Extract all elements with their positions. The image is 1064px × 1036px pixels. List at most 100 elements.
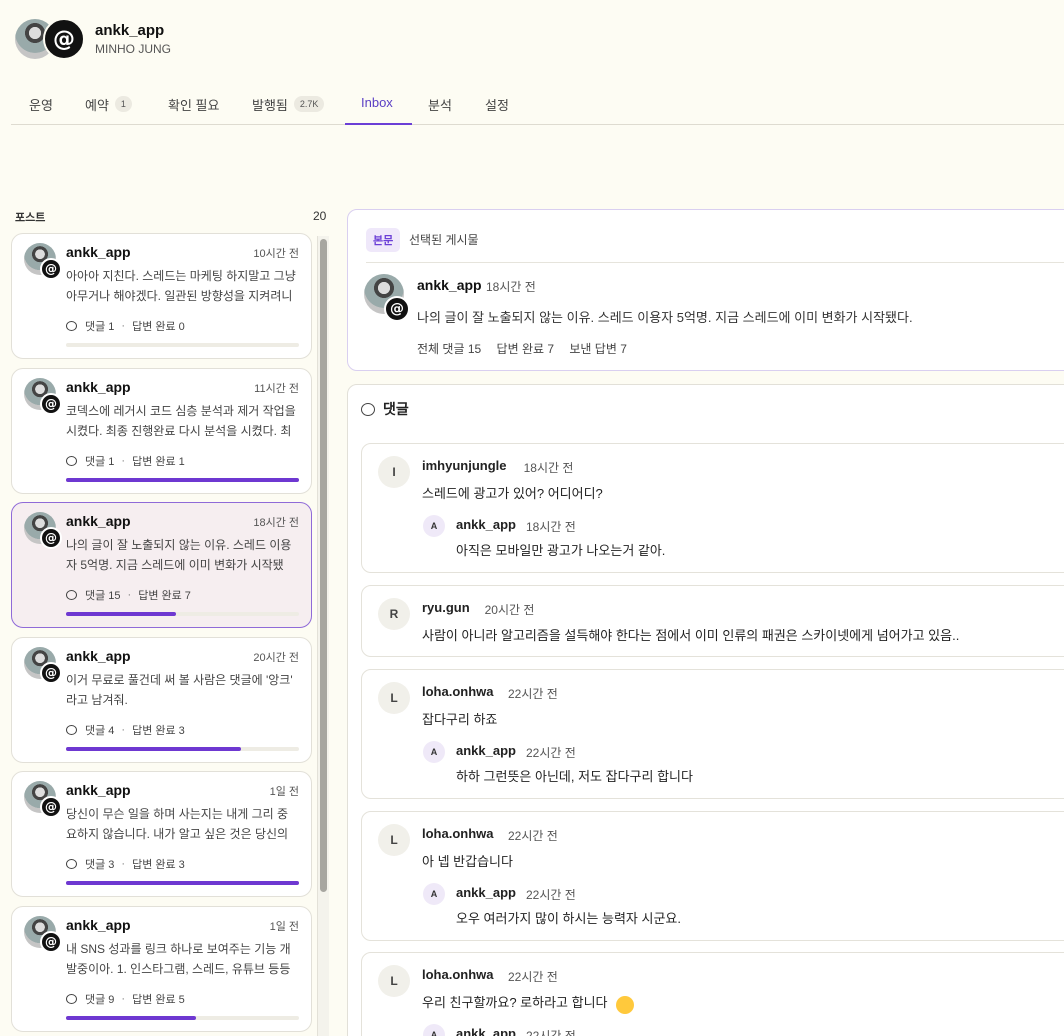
reply-progress-bar: [66, 612, 299, 616]
reply-time: 22시간 전: [526, 746, 576, 760]
post-author: ankk_app: [66, 917, 131, 933]
replied-count: 답변 완료 0: [132, 321, 185, 333]
reply-text: 하하 그런뜻은 아닌데, 저도 잡다구리 합니다: [456, 769, 693, 784]
commenter-name[interactable]: loha.onhwa: [422, 826, 494, 841]
post-stats: 댓글 1 · 답변 완료 0: [66, 318, 185, 334]
comment-bubble-icon: [66, 456, 77, 466]
reply-author[interactable]: ankk_app: [456, 743, 516, 758]
comment-card[interactable]: Lloha.onhwa 22시간 전아 넵 반갑습니다 Aankk_app 22시간 …: [361, 811, 1064, 941]
reply-author[interactable]: ankk_app: [456, 517, 516, 532]
separator: ·: [121, 320, 126, 332]
comment-text: 잡다구리 하죠: [422, 712, 498, 727]
separator: ·: [121, 858, 126, 870]
post-author: ankk_app: [66, 648, 131, 664]
reply-text: 오우 여러가지 많이 하시는 능력자 시군요.: [456, 911, 681, 926]
post-time: 20시간 전: [253, 652, 299, 664]
post-card[interactable]: @ ankk_app 1일 전내 SNS 성과를 링크 하나로 보여주는 기능 개발…: [11, 906, 312, 1032]
posts-count: 20: [313, 209, 327, 223]
post-time: 11시간 전: [254, 383, 299, 395]
reply-author[interactable]: ankk_app: [456, 885, 516, 900]
posts-heading: 포스트: [15, 212, 46, 224]
reply-progress-bar: [66, 747, 299, 751]
threads-logo-icon: @: [40, 527, 62, 549]
comment-card[interactable]: Rryu.gun 20시간 전 사람이 아니라 알고리즘을 설득해야 한다는 점에서…: [361, 585, 1064, 657]
post-text: 아아아 지친다. 스레드는 마케팅 하지말고 그냥 아무거나 해야겠다. 일관된…: [66, 269, 296, 303]
stat-replied: 답변 완료 7: [496, 342, 555, 356]
post-stats: 댓글 4 · 답변 완료 3: [66, 722, 185, 738]
reply-progress-bar: [66, 343, 299, 347]
comment-bubble-icon: [66, 859, 77, 869]
tab-count-badge: 2.7K: [293, 96, 325, 112]
comment-time: 22시간 전: [508, 970, 558, 984]
commenter-name[interactable]: loha.onhwa: [422, 967, 494, 982]
commenter-name[interactable]: ryu.gun: [422, 600, 470, 615]
account-avatar-stack[interactable]: @: [15, 18, 85, 60]
reply-progress-bar: [66, 1016, 299, 1020]
reply-author[interactable]: ankk_app: [456, 1026, 516, 1036]
scrollbar-thumb[interactable]: [320, 239, 327, 892]
comment-text: 사람이 아니라 알고리즘을 설득해야 한다는 점에서 이미 인류의 패권은 스카…: [422, 628, 960, 643]
threads-logo-icon: @: [40, 662, 62, 684]
post-time: 1일 전: [269, 786, 299, 798]
post-text: 나의 글이 잘 노출되지 않는 이유. 스레드 이용자 5억명. 지금 스레드에…: [66, 538, 292, 572]
replied-count: 답변 완료 3: [132, 859, 185, 871]
post-card[interactable]: @ ankk_app 20시간 전 이거 무료로 풀건데 써 볼 사람은 댓글에 '앙…: [11, 637, 312, 763]
reply-progress-fill: [66, 612, 176, 616]
reply-progress-fill: [66, 1016, 197, 1020]
threads-logo-icon: @: [40, 796, 62, 818]
divider: [366, 262, 1064, 263]
threads-logo-icon: @: [40, 258, 62, 280]
commenter-avatar: R: [378, 598, 410, 630]
comment-count: 댓글 15: [85, 590, 121, 602]
post-stats: 댓글 3 · 답변 완료 3: [66, 856, 185, 872]
tab-analytics[interactable]: 분석: [428, 90, 452, 125]
post-card[interactable]: @ ankk_app 10시간 전 아아아 지친다. 스레드는 마케팅 하지말고 그냥…: [11, 233, 312, 359]
reply-progress-bar: [66, 478, 299, 482]
comment-text: 스레드에 광고가 있어? 어디어디?: [422, 486, 603, 501]
post-card[interactable]: @ ankk_app 1일 전 당신이 무슨 일을 하며 사는지는 내게 그리 중요하…: [11, 771, 312, 897]
tab-settings[interactable]: 설정: [485, 90, 509, 125]
post-author: ankk_app: [66, 513, 131, 529]
comment-card[interactable]: Lloha.onhwa 22시간 전 우리 친구할까요? 로하라고 합니다 Aankk…: [361, 952, 1064, 1036]
selected-post-stats: 전체 댓글 15 답변 완료 7 보낸 답변 7: [417, 340, 639, 357]
tab-operations[interactable]: 운영: [29, 90, 53, 125]
threads-logo-icon: @: [40, 931, 62, 953]
stat-sent-replies: 보낸 답변 7: [569, 342, 627, 356]
tab-scheduled[interactable]: 예약 1: [85, 90, 132, 125]
comment-card[interactable]: Lloha.onhwa 22시간 전 잡다구리 하죠 Aankk_app 22시간 전하…: [361, 669, 1064, 799]
account-name: ankk_app: [95, 22, 165, 39]
comment-card[interactable]: Iimhyunjungle 18시간 전 스레드에 광고가 있어? 어디어디? Aan…: [361, 443, 1064, 573]
commenter-avatar: L: [378, 824, 410, 856]
comment-text: 우리 친구할까요? 로하라고 합니다: [422, 995, 608, 1010]
comment-count: 댓글 1: [85, 456, 115, 468]
comment-count: 댓글 9: [85, 994, 115, 1006]
post-author: ankk_app: [66, 379, 131, 395]
comment-text: 아 넵 반갑습니다: [422, 854, 513, 869]
post-author: ankk_app: [66, 244, 131, 260]
comment-count: 댓글 1: [85, 321, 115, 333]
commenter-name[interactable]: loha.onhwa: [422, 684, 494, 699]
replied-count: 답변 완료 7: [138, 590, 191, 602]
comment-time: 18시간 전: [523, 461, 574, 475]
tab-needs-review[interactable]: 확인 필요: [168, 90, 219, 125]
tab-published[interactable]: 발행됨 2.7K: [252, 90, 325, 125]
comment-bubble-icon: [66, 994, 77, 1004]
post-stats: 댓글 9 · 답변 완료 5: [66, 991, 185, 1007]
reply-progress-fill: [66, 478, 299, 482]
post-card[interactable]: @ ankk_app 11시간 전코덱스에 레거시 코드 심층 분석과 제거 작업을…: [11, 368, 312, 494]
post-text: 내 SNS 성과를 링크 하나로 보여주는 기능 개발중이아. 1. 인스타그램…: [66, 942, 291, 976]
commenter-name[interactable]: imhyunjungle: [422, 458, 507, 473]
separator: ·: [121, 455, 126, 467]
stat-total-comments: 전체 댓글 15: [417, 342, 482, 356]
account-subtitle: MINHO JUNG: [95, 42, 171, 56]
post-text: 코덱스에 레거시 코드 심층 분석과 제거 작업을 시켰다. 최종 진행완료 다…: [66, 404, 296, 438]
selected-post-label: 선택된 게시물: [409, 233, 479, 247]
post-card[interactable]: @ ankk_app 18시간 전 나의 글이 잘 노출되지 않는 이유. 스레드 이…: [11, 502, 312, 628]
selected-post-text: 나의 글이 잘 노출되지 않는 이유. 스레드 이용자 5억명. 지금 스레드에…: [417, 310, 913, 325]
threads-logo-icon: @: [40, 393, 62, 415]
selected-post-time: 18시간 전: [486, 280, 536, 294]
account-header: @ ankk_app MINHO JUNG: [15, 18, 171, 60]
comment-time: 22시간 전: [508, 687, 558, 701]
comment-bubble-icon: [66, 725, 77, 735]
tab-inbox[interactable]: Inbox: [345, 90, 412, 125]
